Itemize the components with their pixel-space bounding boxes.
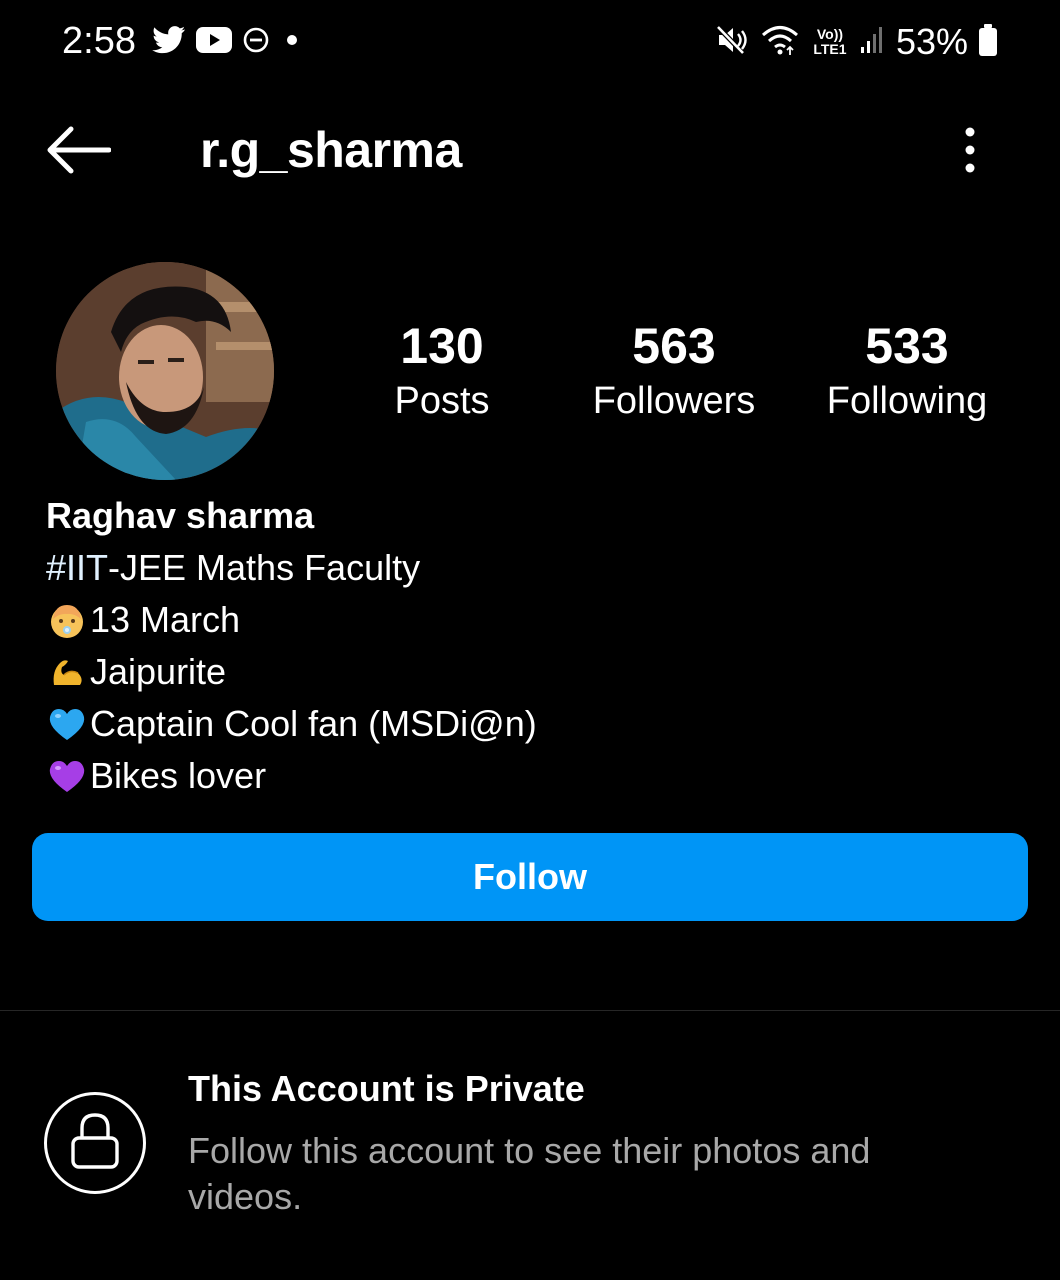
- following-count: 533: [865, 318, 949, 374]
- notification-dot-icon: [280, 26, 304, 59]
- page-title-username: r.g_sharma: [200, 122, 462, 178]
- battery-icon: [978, 23, 998, 62]
- blue-heart-emoji-icon: [46, 703, 88, 745]
- followers-count: 563: [632, 318, 716, 374]
- follow-button[interactable]: Follow: [32, 833, 1028, 921]
- posts-count: 130: [400, 318, 484, 374]
- followers-stat[interactable]: 563 Followers: [574, 316, 774, 426]
- flexed-biceps-emoji-icon: [46, 651, 88, 693]
- posts-stat[interactable]: 130 Posts: [342, 316, 542, 426]
- bio-line-4-text: Captain Cool fan (MSDi@n): [90, 703, 537, 744]
- hashtag-link[interactable]: #IIT: [46, 542, 108, 594]
- baby-emoji-icon: [46, 599, 88, 641]
- bio-line-3-text: Jaipurite: [90, 651, 227, 692]
- more-options-button[interactable]: [940, 124, 1000, 180]
- more-vertical-icon: [964, 127, 976, 178]
- twitter-icon: [152, 25, 186, 59]
- profile-avatar[interactable]: [56, 262, 274, 480]
- private-lock-badge: [44, 1092, 146, 1194]
- back-arrow-icon: [45, 125, 112, 180]
- bio-line-1: #IIT -JEE Maths Faculty: [46, 542, 1006, 594]
- mute-icon: [716, 24, 750, 61]
- private-account-title: This Account is Private: [188, 1068, 585, 1109]
- status-time: 2:58: [62, 20, 136, 62]
- profile-bio: Raghav sharma #IIT -JEE Maths Faculty 13 …: [46, 490, 1006, 802]
- lte-label: LTE1: [813, 41, 847, 57]
- volte-lte-icon: Vo)) LTE1: [810, 27, 850, 57]
- bio-line-5-text: Bikes lover: [90, 755, 267, 796]
- status-left-icons: [152, 25, 304, 59]
- purple-heart-emoji-icon: [46, 755, 88, 797]
- avatar-photo: [56, 262, 274, 480]
- volte-label: Vo)): [816, 26, 844, 42]
- status-right-icons: Vo)) LTE1 53%: [716, 20, 998, 64]
- private-account-description: Follow this account to see their photos …: [188, 1130, 871, 1217]
- profile-header: r.g_sharma: [0, 100, 1060, 200]
- wifi-icon: [760, 23, 800, 62]
- bio-line-2-text: 13 March: [90, 599, 241, 640]
- status-bar: 2:58 Vo)) LTE1 53%: [0, 0, 1060, 84]
- following-stat[interactable]: 533 Following: [807, 316, 1007, 426]
- followers-label: Followers: [592, 380, 756, 422]
- do-not-disturb-icon: [242, 26, 270, 59]
- signal-icon: [860, 25, 886, 60]
- lock-icon: [70, 1112, 120, 1175]
- section-divider: [0, 1010, 1060, 1011]
- back-button[interactable]: [40, 122, 116, 182]
- bio-line-1-text: -JEE Maths Faculty: [108, 547, 421, 588]
- profile-name: Raghav sharma: [46, 495, 315, 536]
- bio-line-4: Captain Cool fan (MSDi@n): [46, 698, 1006, 750]
- following-label: Following: [826, 380, 988, 422]
- battery-percent: 53%: [895, 21, 968, 62]
- posts-label: Posts: [394, 380, 490, 422]
- bio-line-2: 13 March: [46, 594, 1006, 646]
- youtube-icon: [196, 26, 232, 58]
- bio-line-3: Jaipurite: [46, 646, 1006, 698]
- bio-line-5: Bikes lover: [46, 750, 1006, 802]
